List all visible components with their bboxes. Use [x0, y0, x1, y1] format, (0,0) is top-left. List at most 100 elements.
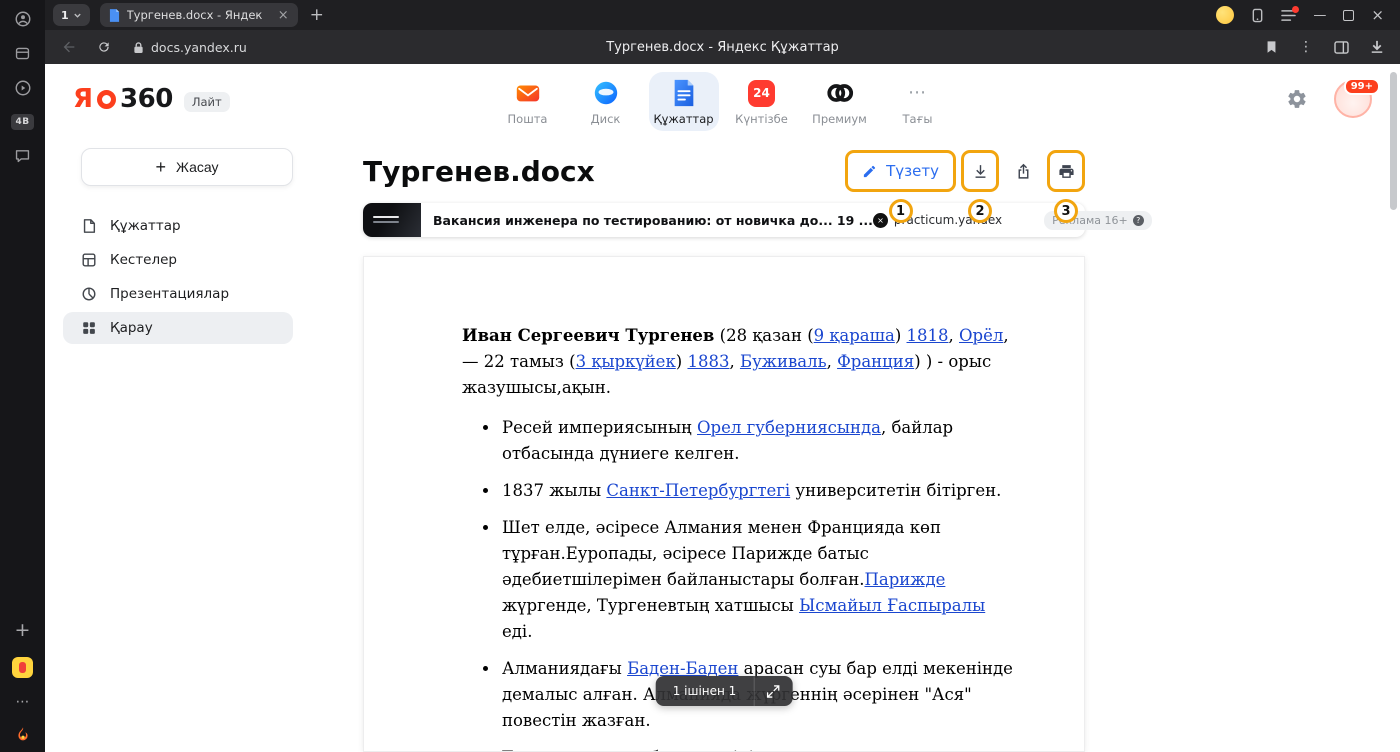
doc-text: Ресей империясының	[502, 418, 697, 437]
yandex-360-logo[interactable]: Я 360 Лайт	[73, 84, 230, 114]
doc-text: ,	[949, 326, 960, 345]
doc-link[interactable]: 1818	[907, 326, 949, 345]
fullscreen-button[interactable]	[754, 676, 792, 706]
doc-link[interactable]: Франция	[837, 352, 914, 371]
doc-link[interactable]: 3 қыркүйек	[576, 352, 676, 371]
edit-button[interactable]: Түзету	[849, 154, 952, 188]
doc-text: 1837 жылы	[502, 481, 606, 500]
tab-group-count: 1	[61, 9, 69, 22]
url-field[interactable]: docs.yandex.ru	[133, 40, 247, 55]
doc-link[interactable]: Буживаль	[740, 352, 827, 371]
nav-item-disk[interactable]: Диск	[571, 72, 641, 131]
bookmark-icon[interactable]	[1265, 40, 1278, 54]
pencil-icon	[862, 164, 877, 179]
address-bar: docs.yandex.ru Тургенев.docx - Яндекс Құ…	[45, 30, 1400, 64]
active-tab[interactable]: Тургенев.docx - Яндек ×	[100, 3, 298, 27]
doc-link[interactable]: Ысмайыл Ғаспыралы	[799, 596, 985, 615]
sidebar-item-label: Кестелер	[110, 252, 177, 268]
tab-group-chip[interactable]: 1	[53, 4, 90, 26]
downloads-icon[interactable]	[1370, 40, 1384, 54]
phone-sync-icon[interactable]	[1251, 8, 1264, 23]
doc-link[interactable]: Орел губерниясында	[697, 418, 881, 437]
doc-text: еді.	[502, 622, 532, 641]
gear-icon[interactable]	[1286, 88, 1308, 110]
yandex-docs-app: Я 360 Лайт Пошта	[45, 64, 1400, 752]
create-button[interactable]: + Жасау	[81, 148, 293, 186]
nav-item-premium[interactable]: Премиум	[805, 72, 875, 131]
doc-link[interactable]: Санкт-Петербургтегі	[606, 481, 790, 500]
expand-icon	[767, 685, 780, 698]
share-button[interactable]	[1006, 154, 1040, 188]
logo-ring-icon	[97, 90, 116, 109]
share-icon	[1015, 163, 1032, 180]
browser-window: 4B + ⋯ 1 Тургенев.docx - Яндек ×	[0, 0, 1400, 752]
doc-text: ,	[729, 352, 740, 371]
rail-bottom-icons: + ⋯	[12, 621, 33, 744]
dashboard-icon[interactable]	[14, 45, 31, 62]
sidebar-item-presentations[interactable]: Презентациялар	[63, 278, 293, 310]
doc-paragraph: Иван Сергеевич Тургенев (28 қазан (9 қар…	[462, 323, 1018, 401]
doc-link[interactable]: Орёл	[959, 326, 1003, 345]
practicum-logo-icon: ×	[873, 213, 888, 228]
notification-dot	[1292, 6, 1299, 13]
nav-item-more[interactable]: ⋯ Тағы	[883, 72, 953, 131]
grid-icon	[81, 320, 97, 336]
profile-icon[interactable]	[14, 10, 32, 28]
create-label: Жасау	[176, 159, 219, 175]
notifications-icon[interactable]	[1281, 9, 1296, 22]
nav-label: Құжаттар	[653, 112, 713, 126]
yandex-app-icon[interactable]	[12, 657, 33, 678]
tab-close-icon[interactable]: ×	[278, 9, 289, 22]
sidebar-item-label: Құжаттар	[110, 218, 181, 234]
browser-avatar-icon[interactable]	[1216, 6, 1234, 24]
annotation-box-2: 2	[961, 150, 999, 192]
print-button[interactable]	[1051, 154, 1081, 188]
new-tab-button[interactable]: +	[310, 7, 324, 24]
logo-ya: Я	[73, 84, 93, 114]
doc-link[interactable]: 1883	[687, 352, 729, 371]
info-icon[interactable]: ?	[1133, 215, 1144, 226]
doc-link[interactable]: 9 қараша	[814, 326, 895, 345]
profile-avatar[interactable]: 99+	[1334, 80, 1372, 118]
sidebar-item-documents[interactable]: Құжаттар	[63, 210, 293, 242]
minimize-button[interactable]: —	[1313, 9, 1326, 22]
video-icon[interactable]	[14, 79, 32, 97]
annotation-number-3: 3	[1054, 199, 1078, 223]
download-button[interactable]	[965, 154, 995, 188]
nav-item-calendar[interactable]: 24 Күнтізбе	[727, 72, 797, 131]
reload-icon[interactable]	[97, 40, 111, 54]
chat-icon[interactable]	[14, 147, 31, 164]
download-icon	[972, 163, 989, 180]
doc-bullet-item: Тургеневтың әдеби орыс тілінде жазылған …	[500, 745, 1018, 752]
nav-item-mail[interactable]: Пошта	[493, 72, 563, 131]
maximize-button[interactable]	[1343, 10, 1354, 21]
nav-item-docs[interactable]: Құжаттар	[649, 72, 719, 131]
annotation-box-3: 3	[1047, 150, 1085, 192]
chevron-down-icon	[73, 11, 82, 20]
browser-flame-icon[interactable]	[14, 726, 32, 744]
back-icon[interactable]	[61, 39, 77, 55]
logo-lite-badge: Лайт	[184, 92, 230, 112]
doc-text: Иван Сергеевич Тургенев	[462, 326, 714, 345]
lock-icon	[133, 41, 144, 54]
browser-side-rail: 4B + ⋯	[0, 0, 45, 752]
close-button[interactable]: ×	[1371, 8, 1384, 23]
edit-label: Түзету	[886, 162, 939, 180]
doc-bullet-item: 1837 жылы Санкт-Петербургтегі университе…	[500, 478, 1018, 504]
doc-text: (28 қазан (	[714, 326, 813, 345]
sidebar-item-tables[interactable]: Кестелер	[63, 244, 293, 276]
doc-link[interactable]: Парижде	[864, 570, 945, 589]
calendar-icon: 24	[747, 78, 777, 108]
app-header: Я 360 Лайт Пошта	[45, 64, 1400, 134]
scrollbar-thumb[interactable]	[1390, 72, 1397, 210]
panels-icon[interactable]	[1334, 41, 1349, 54]
rail-plus-icon[interactable]: +	[15, 621, 31, 640]
doc-bullet-item: Шет елде, әсіресе Алмания менен Францияд…	[500, 515, 1018, 645]
presentation-icon	[81, 286, 97, 302]
docs-icon	[669, 78, 699, 108]
kebab-menu-icon[interactable]: ⋮	[1299, 40, 1313, 54]
sidebar-item-view[interactable]: Қарау	[63, 312, 293, 344]
rail-more-icon[interactable]: ⋯	[16, 695, 30, 709]
page-indicator-label: 1 ішінен 1	[656, 676, 754, 706]
4b-badge-icon[interactable]: 4B	[11, 114, 33, 130]
